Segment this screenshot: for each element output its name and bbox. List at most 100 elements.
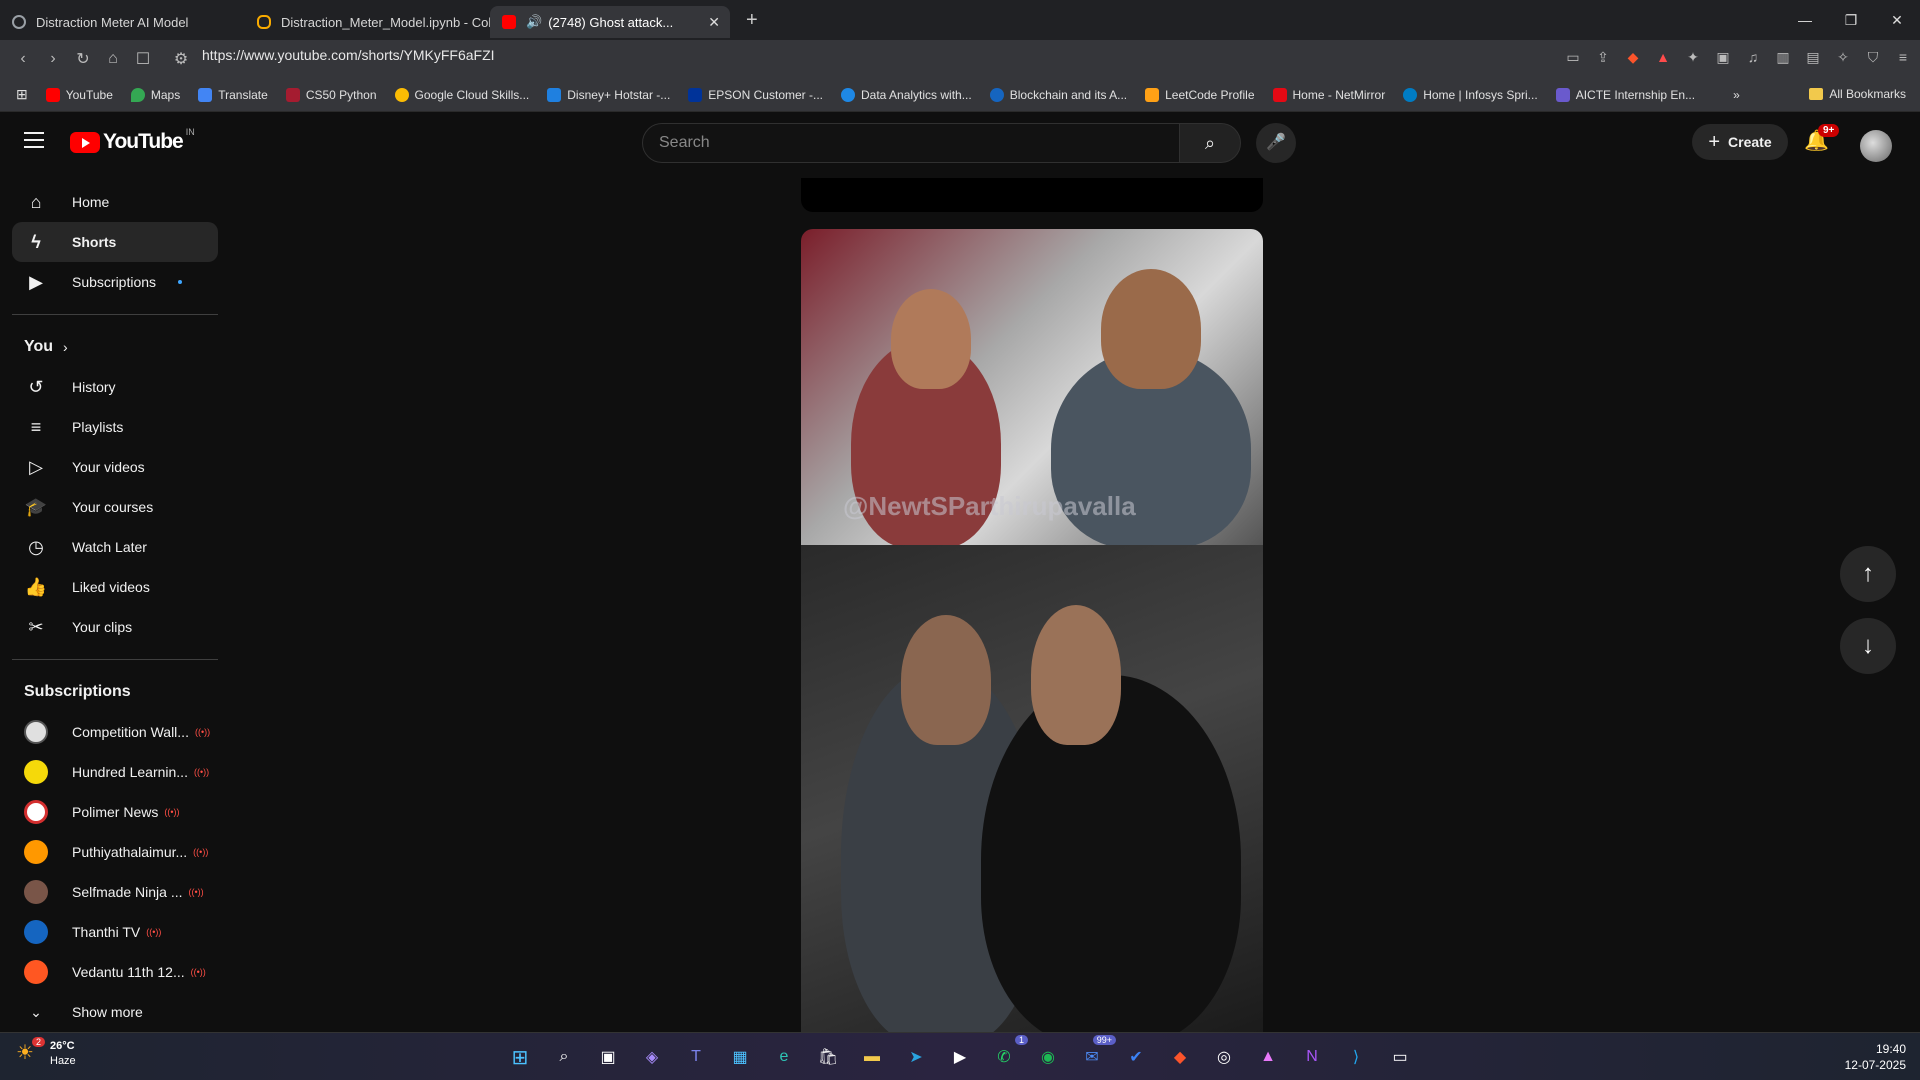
bookmark-maps[interactable]: Maps [130, 87, 180, 102]
previous-short-card[interactable] [801, 178, 1263, 212]
bookmark-leetcode[interactable]: LeetCode Profile [1145, 87, 1255, 102]
leo-ai-icon[interactable]: ✧ [1834, 48, 1852, 66]
sidebar-subscription-item[interactable]: Vedantu 11th 12... ((•)) [12, 952, 218, 992]
sidebar-subscription-item[interactable]: Polimer News ((•)) [12, 792, 218, 832]
bookmark-google-cloud[interactable]: Google Cloud Skills... [394, 87, 529, 102]
site-info-icon[interactable]: ⚙ [166, 49, 196, 69]
sidebar-item-shorts[interactable]: ϟ Shorts [12, 222, 218, 262]
taskbar-onenote[interactable]: N [1296, 1041, 1328, 1073]
sidebar-subscription-item[interactable]: Puthiyathalaimur... ((•)) [12, 832, 218, 872]
bookmark-epson[interactable]: EPSON Customer -... [688, 87, 823, 102]
taskbar-todo[interactable]: ✔ [1120, 1041, 1152, 1073]
taskbar-whatsapp[interactable]: ✆ 1 [988, 1035, 1028, 1073]
short-video-player[interactable]: @NewtSParthirupavalla [801, 229, 1263, 1032]
sidebar-item-your-clips[interactable]: ✂ Your clips [12, 607, 218, 647]
bookmark-netmirror[interactable]: Home - NetMirror [1272, 87, 1385, 102]
taskbar-widgets[interactable]: ▦ [724, 1041, 756, 1073]
sidebar-item-your-videos[interactable]: ▷ Your videos [12, 447, 218, 487]
bookmark-blockchain[interactable]: Blockchain and its A... [989, 87, 1127, 102]
reload-icon[interactable]: ↻ [68, 49, 98, 69]
wallet-icon[interactable]: ▤ [1804, 48, 1822, 66]
bookmark-data-analytics[interactable]: Data Analytics with... [841, 87, 972, 102]
taskbar-telegram[interactable]: ➤ [900, 1041, 932, 1073]
taskbar-search[interactable]: ⌕ [548, 1041, 580, 1073]
sidebar-item-your-courses[interactable]: 🎓 Your courses [12, 487, 218, 527]
sidebar-item-home[interactable]: ⌂ Home [12, 182, 218, 222]
sidebar-subscription-item[interactable]: Thanthi TV ((•)) [12, 912, 218, 952]
sidebar-toggle-icon[interactable]: ▥ [1774, 48, 1792, 66]
taskbar-media-player[interactable]: ▶ [944, 1041, 976, 1073]
speaker-icon[interactable]: 🔊 [526, 14, 542, 30]
screenshot-icon[interactable]: ▣ [1714, 48, 1732, 66]
home-icon[interactable]: ⌂ [98, 50, 128, 68]
create-button[interactable]: + Create [1692, 124, 1788, 160]
vpn-icon[interactable]: ⛉ [1864, 48, 1882, 66]
sidebar-item-liked-videos[interactable]: 👍 Liked videos [12, 567, 218, 607]
address-bar-url[interactable]: https://www.youtube.com/shorts/YMKyFF6aF… [202, 47, 495, 63]
taskbar-terminal[interactable]: ▭ [1384, 1041, 1416, 1073]
apps-grid-icon[interactable]: ⊞ [16, 86, 28, 103]
taskbar-copilot[interactable]: ◈ [636, 1041, 668, 1073]
taskbar-arc[interactable]: ▲ [1252, 1041, 1284, 1073]
bookmark-cs50[interactable]: CS50 Python [285, 87, 377, 102]
all-bookmarks-button[interactable]: All Bookmarks [1809, 87, 1906, 101]
next-short-button[interactable]: ↓ [1840, 618, 1896, 674]
start-button[interactable]: ⊞ [504, 1041, 536, 1073]
extensions-icon[interactable]: ✦ [1684, 48, 1702, 66]
bookmark-youtube[interactable]: YouTube [45, 87, 113, 102]
new-tab-button[interactable]: + [746, 9, 758, 32]
google-cloud-icon [394, 87, 409, 102]
sidebar-item-watch-later[interactable]: ◷ Watch Later [12, 527, 218, 567]
bookmark-infosys[interactable]: Home | Infosys Spri... [1403, 87, 1538, 102]
taskbar-spotify[interactable]: ◉ [1032, 1041, 1064, 1073]
voice-search-button[interactable]: 🎤 [1256, 123, 1296, 163]
media-icon[interactable]: ♫ [1744, 48, 1762, 66]
taskbar-teams[interactable]: T [680, 1041, 712, 1073]
bookmark-icon[interactable]: ☐ [128, 49, 158, 69]
browser-tab-colab[interactable]: Distraction_Meter_Model.ipynb - Col [245, 6, 490, 38]
sidebar-subscription-item[interactable]: Hundred Learnin... ((•)) [12, 752, 218, 792]
show-more-button[interactable]: ⌄ Show more [12, 992, 218, 1032]
previous-short-button[interactable]: ↑ [1840, 546, 1896, 602]
restore-icon[interactable]: ❐ [1828, 0, 1874, 40]
taskbar-file-explorer[interactable]: ▬ [856, 1041, 888, 1073]
sidebar-subscription-item[interactable]: Competition Wall... ((•)) [12, 712, 218, 752]
system-clock[interactable]: 19:40 12-07-2025 [1845, 1041, 1906, 1073]
weather-widget[interactable]: ☀ 2 26°C Haze [16, 1037, 76, 1069]
bookmark-translate[interactable]: Translate [198, 87, 268, 102]
taskbar-mail[interactable]: ✉ 99+ [1076, 1035, 1116, 1073]
menu-icon[interactable]: ≡ [1894, 48, 1912, 66]
taskbar-brave[interactable]: ◆ [1164, 1041, 1196, 1073]
cast-icon[interactable]: ▭ [1564, 48, 1582, 66]
youtube-logo[interactable]: YouTube IN [70, 127, 195, 154]
brave-shield-icon[interactable]: ◆ [1624, 48, 1642, 66]
bookmark-aicte[interactable]: AICTE Internship En... [1555, 87, 1695, 102]
sidebar-subscription-item[interactable]: Selfmade Ninja ... ((•)) [12, 872, 218, 912]
browser-tab-youtube-active[interactable]: 🔊 (2748) Ghost attack... ✕ [490, 6, 730, 38]
search-button[interactable]: ⌕ [1179, 123, 1241, 163]
minimize-icon[interactable]: — [1782, 0, 1828, 40]
brave-rewards-icon[interactable]: ▲ [1654, 48, 1672, 66]
sidebar-you-heading[interactable]: You › [12, 327, 218, 367]
close-window-icon[interactable]: ✕ [1874, 0, 1920, 40]
browser-tab-distraction-meter[interactable]: Distraction Meter AI Model [0, 6, 245, 38]
taskbar-store[interactable]: 🛍 [812, 1041, 844, 1073]
close-tab-icon[interactable]: ✕ [708, 14, 720, 31]
taskbar-edge[interactable]: e [768, 1041, 800, 1073]
task-view-button[interactable]: ▣ [592, 1041, 624, 1073]
share-icon[interactable]: ⇪ [1594, 48, 1612, 66]
channel-name: Puthiyathalaimur... [72, 844, 188, 860]
channel-avatar [24, 880, 48, 904]
sidebar-item-playlists[interactable]: ≡ Playlists [12, 407, 218, 447]
back-icon[interactable]: ‹ [8, 50, 38, 68]
sidebar-item-history[interactable]: ↺ History [12, 367, 218, 407]
taskbar-vscode[interactable]: ⟩ [1340, 1041, 1372, 1073]
forward-icon[interactable]: › [38, 50, 68, 68]
bookmark-hotstar[interactable]: Disney+ Hotstar -... [547, 87, 670, 102]
search-input[interactable]: Search [642, 123, 1180, 163]
more-bookmarks-icon[interactable]: » [1733, 88, 1740, 102]
sidebar-item-subscriptions[interactable]: ▶ Subscriptions [12, 262, 218, 302]
guide-menu-icon[interactable] [24, 132, 44, 153]
account-avatar[interactable] [1860, 130, 1892, 162]
taskbar-github-desktop[interactable]: ◎ [1208, 1041, 1240, 1073]
